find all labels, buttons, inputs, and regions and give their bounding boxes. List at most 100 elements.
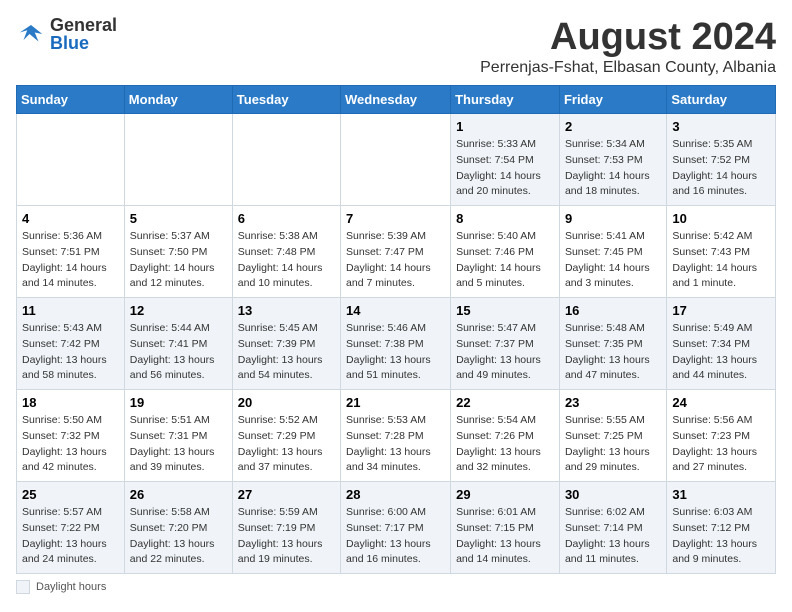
day-detail: Sunrise: 5:55 AM Sunset: 7:25 PM Dayligh… bbox=[565, 413, 661, 476]
header: General Blue August 2024 Perrenjas-Fshat… bbox=[16, 16, 776, 77]
calendar-cell: 8 Sunrise: 5:40 AM Sunset: 7:46 PM Daylig… bbox=[451, 206, 560, 298]
day-number: 28 bbox=[346, 487, 445, 502]
daylight-label: Daylight hours bbox=[36, 581, 106, 593]
day-detail: Sunrise: 5:51 AM Sunset: 7:31 PM Dayligh… bbox=[130, 413, 227, 476]
day-number: 15 bbox=[456, 303, 554, 318]
weekday-header-friday: Friday bbox=[559, 86, 666, 114]
day-number: 16 bbox=[565, 303, 661, 318]
day-number: 5 bbox=[130, 211, 227, 226]
calendar-cell: 19 Sunrise: 5:51 AM Sunset: 7:31 PM Dayli… bbox=[124, 390, 232, 482]
day-number: 10 bbox=[672, 211, 770, 226]
day-detail: Sunrise: 5:56 AM Sunset: 7:23 PM Dayligh… bbox=[672, 413, 770, 476]
week-row-3: 11 Sunrise: 5:43 AM Sunset: 7:42 PM Dayli… bbox=[17, 298, 776, 390]
day-number: 19 bbox=[130, 395, 227, 410]
calendar-cell: 1Sunrise: 5:33 AM Sunset: 7:54 PM Daylig… bbox=[451, 114, 560, 206]
week-row-4: 18 Sunrise: 5:50 AM Sunset: 7:32 PM Dayli… bbox=[17, 390, 776, 482]
calendar-cell: 11 Sunrise: 5:43 AM Sunset: 7:42 PM Dayli… bbox=[17, 298, 125, 390]
calendar-cell: 31 Sunrise: 6:03 AM Sunset: 7:12 PM Dayli… bbox=[667, 482, 776, 574]
weekday-header-saturday: Saturday bbox=[667, 86, 776, 114]
calendar-cell: 28 Sunrise: 6:00 AM Sunset: 7:17 PM Dayli… bbox=[341, 482, 451, 574]
week-row-2: 4 Sunrise: 5:36 AM Sunset: 7:51 PM Daylig… bbox=[17, 206, 776, 298]
day-number: 7 bbox=[346, 211, 445, 226]
day-detail: Sunrise: 5:48 AM Sunset: 7:35 PM Dayligh… bbox=[565, 321, 661, 384]
day-detail: Sunrise: 5:45 AM Sunset: 7:39 PM Dayligh… bbox=[238, 321, 335, 384]
day-number: 21 bbox=[346, 395, 445, 410]
calendar-cell: 26 Sunrise: 5:58 AM Sunset: 7:20 PM Dayli… bbox=[124, 482, 232, 574]
day-detail: Sunrise: 5:35 AM Sunset: 7:52 PM Dayligh… bbox=[672, 137, 770, 200]
day-detail: Sunrise: 5:43 AM Sunset: 7:42 PM Dayligh… bbox=[22, 321, 119, 384]
day-number: 31 bbox=[672, 487, 770, 502]
day-number: 9 bbox=[565, 211, 661, 226]
day-number: 1 bbox=[456, 119, 554, 134]
day-detail: Sunrise: 6:00 AM Sunset: 7:17 PM Dayligh… bbox=[346, 505, 445, 568]
calendar-cell: 24 Sunrise: 5:56 AM Sunset: 7:23 PM Dayli… bbox=[667, 390, 776, 482]
day-detail: Sunrise: 5:42 AM Sunset: 7:43 PM Dayligh… bbox=[672, 229, 770, 292]
title-area: August 2024 Perrenjas-Fshat, Elbasan Cou… bbox=[480, 16, 776, 77]
day-number: 25 bbox=[22, 487, 119, 502]
calendar-cell: 27 Sunrise: 5:59 AM Sunset: 7:19 PM Dayli… bbox=[232, 482, 340, 574]
calendar-cell: 6Sunrise: 5:38 AM Sunset: 7:48 PM Daylig… bbox=[232, 206, 340, 298]
day-detail: Sunrise: 5:37 AM Sunset: 7:50 PM Dayligh… bbox=[130, 229, 227, 292]
calendar-cell: 17 Sunrise: 5:49 AM Sunset: 7:34 PM Dayli… bbox=[667, 298, 776, 390]
day-number: 3 bbox=[672, 119, 770, 134]
calendar-cell: 10 Sunrise: 5:42 AM Sunset: 7:43 PM Dayli… bbox=[667, 206, 776, 298]
day-number: 14 bbox=[346, 303, 445, 318]
day-number: 30 bbox=[565, 487, 661, 502]
weekday-header-wednesday: Wednesday bbox=[341, 86, 451, 114]
day-detail: Sunrise: 6:02 AM Sunset: 7:14 PM Dayligh… bbox=[565, 505, 661, 568]
day-detail: Sunrise: 5:39 AM Sunset: 7:47 PM Dayligh… bbox=[346, 229, 445, 292]
day-number: 29 bbox=[456, 487, 554, 502]
calendar-cell bbox=[232, 114, 340, 206]
calendar-cell bbox=[124, 114, 232, 206]
calendar-cell: 3 Sunrise: 5:35 AM Sunset: 7:52 PM Daylig… bbox=[667, 114, 776, 206]
calendar-cell bbox=[17, 114, 125, 206]
day-detail: Sunrise: 5:40 AM Sunset: 7:46 PM Dayligh… bbox=[456, 229, 554, 292]
day-number: 11 bbox=[22, 303, 119, 318]
calendar-cell: 25Sunrise: 5:57 AM Sunset: 7:22 PM Dayli… bbox=[17, 482, 125, 574]
logo: General Blue bbox=[16, 16, 117, 52]
day-number: 26 bbox=[130, 487, 227, 502]
day-number: 18 bbox=[22, 395, 119, 410]
footer-note: Daylight hours bbox=[16, 580, 776, 594]
weekday-header-sunday: Sunday bbox=[17, 86, 125, 114]
calendar-cell: 18 Sunrise: 5:50 AM Sunset: 7:32 PM Dayli… bbox=[17, 390, 125, 482]
day-number: 22 bbox=[456, 395, 554, 410]
day-detail: Sunrise: 5:58 AM Sunset: 7:20 PM Dayligh… bbox=[130, 505, 227, 568]
day-detail: Sunrise: 5:59 AM Sunset: 7:19 PM Dayligh… bbox=[238, 505, 335, 568]
calendar-cell: 5 Sunrise: 5:37 AM Sunset: 7:50 PM Daylig… bbox=[124, 206, 232, 298]
day-number: 17 bbox=[672, 303, 770, 318]
calendar-cell: 13 Sunrise: 5:45 AM Sunset: 7:39 PM Dayli… bbox=[232, 298, 340, 390]
calendar-table: SundayMondayTuesdayWednesdayThursdayFrid… bbox=[16, 85, 776, 574]
daylight-color-swatch bbox=[16, 580, 30, 594]
day-detail: Sunrise: 6:03 AM Sunset: 7:12 PM Dayligh… bbox=[672, 505, 770, 568]
day-number: 24 bbox=[672, 395, 770, 410]
calendar-cell: 9 Sunrise: 5:41 AM Sunset: 7:45 PM Daylig… bbox=[559, 206, 666, 298]
day-detail: Sunrise: 5:36 AM Sunset: 7:51 PM Dayligh… bbox=[22, 229, 119, 292]
calendar-cell: 14Sunrise: 5:46 AM Sunset: 7:38 PM Dayli… bbox=[341, 298, 451, 390]
day-number: 12 bbox=[130, 303, 227, 318]
weekday-header-row: SundayMondayTuesdayWednesdayThursdayFrid… bbox=[17, 86, 776, 114]
day-detail: Sunrise: 5:54 AM Sunset: 7:26 PM Dayligh… bbox=[456, 413, 554, 476]
day-number: 8 bbox=[456, 211, 554, 226]
day-number: 27 bbox=[238, 487, 335, 502]
calendar-cell: 7 Sunrise: 5:39 AM Sunset: 7:47 PM Daylig… bbox=[341, 206, 451, 298]
calendar-cell: 22 Sunrise: 5:54 AM Sunset: 7:26 PM Dayli… bbox=[451, 390, 560, 482]
calendar-cell: 12Sunrise: 5:44 AM Sunset: 7:41 PM Dayli… bbox=[124, 298, 232, 390]
day-number: 4 bbox=[22, 211, 119, 226]
calendar-cell: 29 Sunrise: 6:01 AM Sunset: 7:15 PM Dayli… bbox=[451, 482, 560, 574]
calendar-cell: 23 Sunrise: 5:55 AM Sunset: 7:25 PM Dayli… bbox=[559, 390, 666, 482]
location-subtitle: Perrenjas-Fshat, Elbasan County, Albania bbox=[480, 59, 776, 77]
day-detail: Sunrise: 5:50 AM Sunset: 7:32 PM Dayligh… bbox=[22, 413, 119, 476]
day-detail: Sunrise: 5:49 AM Sunset: 7:34 PM Dayligh… bbox=[672, 321, 770, 384]
calendar-cell: 20Sunrise: 5:52 AM Sunset: 7:29 PM Dayli… bbox=[232, 390, 340, 482]
day-detail: Sunrise: 6:01 AM Sunset: 7:15 PM Dayligh… bbox=[456, 505, 554, 568]
day-number: 23 bbox=[565, 395, 661, 410]
day-number: 20 bbox=[238, 395, 335, 410]
day-detail: Sunrise: 5:41 AM Sunset: 7:45 PM Dayligh… bbox=[565, 229, 661, 292]
calendar-cell: 21Sunrise: 5:53 AM Sunset: 7:28 PM Dayli… bbox=[341, 390, 451, 482]
logo-general: General bbox=[50, 16, 117, 34]
week-row-1: 1Sunrise: 5:33 AM Sunset: 7:54 PM Daylig… bbox=[17, 114, 776, 206]
logo-blue: Blue bbox=[50, 34, 117, 52]
day-number: 13 bbox=[238, 303, 335, 318]
month-title: August 2024 bbox=[480, 16, 776, 59]
